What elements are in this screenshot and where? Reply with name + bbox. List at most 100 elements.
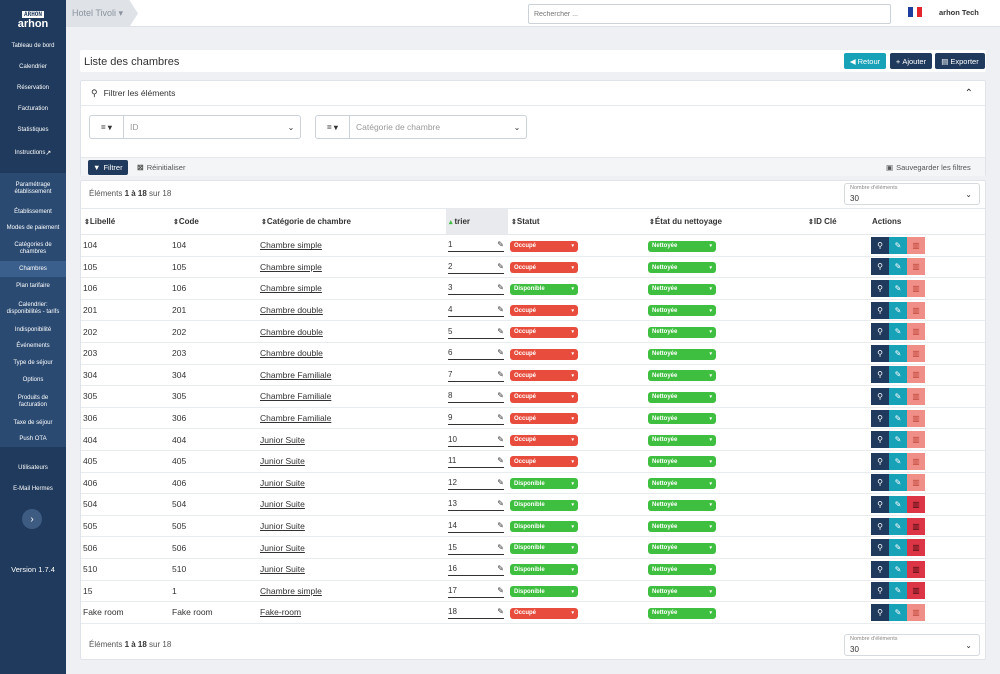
view-button[interactable]: ⚲ — [871, 387, 889, 405]
sidebar-item-3[interactable]: Facturation — [0, 99, 66, 120]
save-filters-button[interactable]: ▣ Sauvegarder les filtres — [881, 160, 976, 175]
edit-icon[interactable]: ✎ — [497, 543, 504, 552]
view-button[interactable]: ⚲ — [871, 301, 889, 319]
edit-button[interactable]: ✎ — [889, 387, 907, 405]
france-flag-icon[interactable] — [908, 7, 923, 17]
status-badge[interactable]: Disponible ▾ — [510, 542, 578, 554]
cleaning-badge[interactable]: Nettoyée ▾ — [648, 283, 716, 295]
edit-icon[interactable]: ✎ — [497, 391, 504, 400]
status-badge[interactable]: Occupé ▾ — [510, 370, 578, 382]
column-header-3[interactable]: ▴ trier — [446, 208, 508, 235]
sort-order-field[interactable]: 15 ✎ — [448, 541, 504, 555]
cleaning-badge[interactable]: Nettoyée ▾ — [648, 564, 716, 576]
edit-button[interactable]: ✎ — [889, 258, 907, 276]
sidebar-item-2[interactable]: Réservation — [0, 78, 66, 99]
cleaning-badge[interactable]: Nettoyée ▾ — [648, 434, 716, 446]
edit-icon[interactable]: ✎ — [497, 305, 504, 314]
sort-order-field[interactable]: 12 ✎ — [448, 476, 504, 490]
room-category-link[interactable]: Chambre double — [260, 348, 323, 358]
cleaning-badge[interactable]: Nettoyée ▾ — [648, 240, 716, 252]
cleaning-badge[interactable]: Nettoyée ▾ — [648, 348, 716, 360]
edit-icon[interactable]: ✎ — [497, 607, 504, 616]
view-button[interactable]: ⚲ — [871, 560, 889, 578]
sidebar-collapse-button[interactable]: › — [22, 509, 42, 529]
sort-order-field[interactable]: 11 ✎ — [448, 454, 504, 469]
edit-button[interactable]: ✎ — [889, 495, 907, 513]
edit-icon[interactable]: ✎ — [497, 564, 504, 573]
sort-order-field[interactable]: 14 ✎ — [448, 519, 504, 534]
delete-button[interactable]: ▥ — [907, 409, 925, 427]
edit-button[interactable]: ✎ — [889, 560, 907, 578]
edit-button[interactable]: ✎ — [889, 323, 907, 341]
view-button[interactable]: ⚲ — [871, 236, 889, 254]
operator-select[interactable]: = ▾ — [90, 116, 124, 138]
column-header-5[interactable]: ⇕État du nettoyage — [646, 208, 805, 235]
room-category-link[interactable]: Junior Suite — [260, 435, 305, 445]
view-button[interactable]: ⚲ — [871, 323, 889, 341]
room-category-link[interactable]: Chambre simple — [260, 262, 322, 272]
room-category-link[interactable]: Chambre double — [260, 305, 323, 315]
status-badge[interactable]: Occupé ▾ — [510, 262, 578, 274]
sidebar-item-21[interactable]: E-Mail Hermes — [0, 478, 66, 500]
user-menu[interactable]: arhon Tech — [939, 8, 979, 17]
cleaning-badge[interactable]: Nettoyée ▾ — [648, 478, 716, 490]
cleaning-badge[interactable]: Nettoyée ▾ — [648, 456, 716, 468]
view-button[interactable]: ⚲ — [871, 409, 889, 427]
delete-button[interactable]: ▥ — [907, 366, 925, 384]
view-button[interactable]: ⚲ — [871, 431, 889, 449]
view-button[interactable]: ⚲ — [871, 366, 889, 384]
sidebar-item-18[interactable]: Taxe de séjour — [0, 415, 66, 431]
cleaning-badge[interactable]: Nettoyée ▾ — [648, 521, 716, 533]
export-button[interactable]: ▤ Exporter — [935, 53, 985, 69]
sort-order-field[interactable]: 13 ✎ — [448, 497, 504, 512]
sort-order-field[interactable]: 18 ✎ — [448, 605, 504, 620]
column-header-0[interactable]: ⇕Libellé — [81, 208, 170, 235]
edit-icon[interactable]: ✎ — [497, 586, 504, 595]
sort-order-field[interactable]: 1 ✎ — [448, 238, 504, 253]
view-button[interactable]: ⚲ — [871, 582, 889, 600]
edit-button[interactable]: ✎ — [889, 344, 907, 362]
delete-button[interactable]: ▥ — [907, 560, 925, 578]
view-button[interactable]: ⚲ — [871, 258, 889, 276]
edit-button[interactable]: ✎ — [889, 582, 907, 600]
sidebar-item-4[interactable]: Statistiques — [0, 120, 66, 141]
room-category-link[interactable]: Junior Suite — [260, 478, 305, 488]
sidebar-item-5[interactable]: Instructions ↗ — [0, 141, 66, 165]
operator-select[interactable]: = ▾ — [316, 116, 350, 138]
sidebar-item-11[interactable]: Plan tarifaire — [0, 277, 66, 295]
edit-button[interactable]: ✎ — [889, 409, 907, 427]
status-badge[interactable]: Disponible ▾ — [510, 283, 578, 295]
edit-icon[interactable]: ✎ — [497, 435, 504, 444]
delete-button[interactable]: ▥ — [907, 344, 925, 362]
edit-button[interactable]: ✎ — [889, 603, 907, 621]
delete-button[interactable]: ▥ — [907, 582, 925, 600]
sort-order-field[interactable]: 8 ✎ — [448, 389, 504, 404]
cleaning-badge[interactable]: Nettoyée ▾ — [648, 370, 716, 382]
reset-filter-button[interactable]: ⊠ Réinitialiser — [132, 160, 190, 175]
edit-button[interactable]: ✎ — [889, 236, 907, 254]
status-badge[interactable]: Occupé ▾ — [510, 456, 578, 468]
cleaning-badge[interactable]: Nettoyée ▾ — [648, 586, 716, 598]
room-category-link[interactable]: Chambre simple — [260, 283, 322, 293]
cleaning-badge[interactable]: Nettoyée ▾ — [648, 262, 716, 274]
edit-icon[interactable]: ✎ — [497, 413, 504, 422]
cleaning-badge[interactable]: Nettoyée ▾ — [648, 326, 716, 338]
cleaning-badge[interactable]: Nettoyée ▾ — [648, 607, 716, 619]
delete-button[interactable]: ▥ — [907, 431, 925, 449]
room-category-link[interactable]: Chambre simple — [260, 240, 322, 250]
cleaning-badge[interactable]: Nettoyée ▾ — [648, 499, 716, 511]
edit-icon[interactable]: ✎ — [497, 240, 504, 249]
edit-icon[interactable]: ✎ — [497, 521, 504, 530]
room-category-link[interactable]: Chambre Familiale — [260, 391, 331, 401]
delete-button[interactable]: ▥ — [907, 452, 925, 470]
status-badge[interactable]: Disponible ▾ — [510, 478, 578, 490]
edit-icon[interactable]: ✎ — [497, 262, 504, 271]
delete-button[interactable]: ▥ — [907, 603, 925, 621]
edit-icon[interactable]: ✎ — [497, 456, 504, 465]
sidebar-item-10[interactable]: Chambres — [0, 261, 66, 277]
sidebar-item-16[interactable]: Options — [0, 372, 66, 388]
delete-button[interactable]: ▥ — [907, 258, 925, 276]
view-button[interactable]: ⚲ — [871, 279, 889, 297]
room-category-link[interactable]: Junior Suite — [260, 543, 305, 553]
sort-order-field[interactable]: 17 ✎ — [448, 584, 504, 598]
